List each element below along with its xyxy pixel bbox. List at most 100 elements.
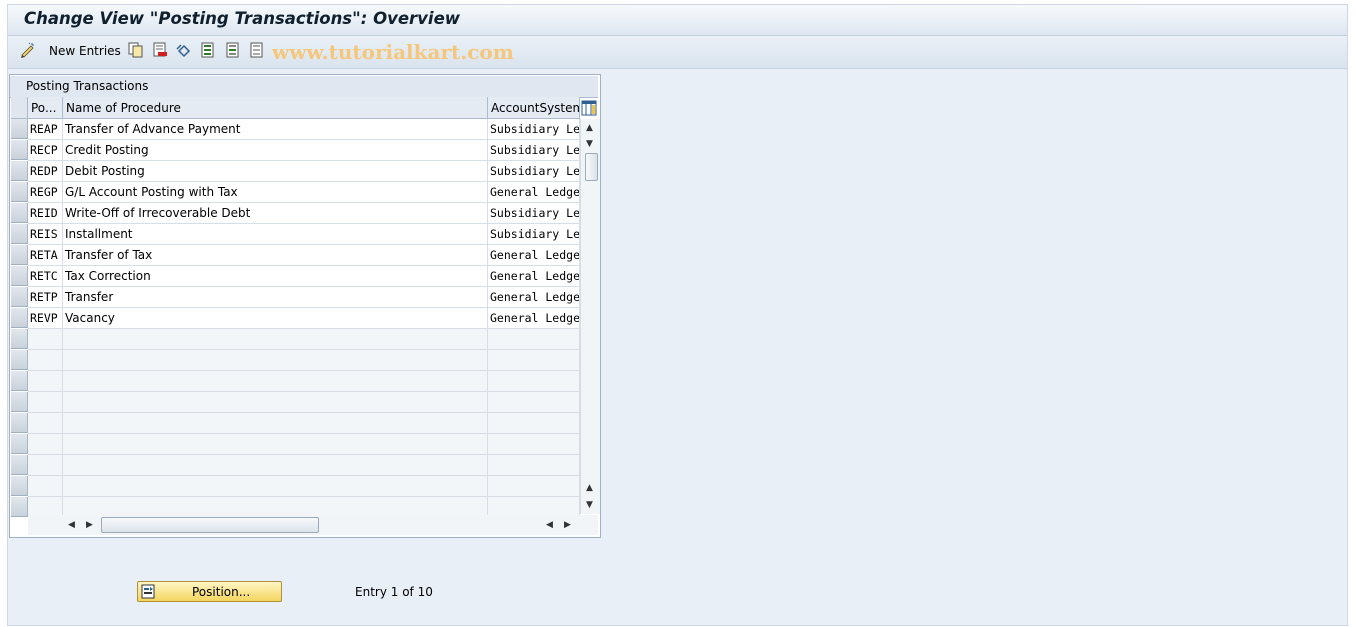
scroll-left-end-icon[interactable]: ◀ [546, 520, 553, 530]
delete-icon[interactable] [152, 42, 168, 58]
cell-procedure-name: Credit Posting [63, 140, 488, 161]
cell-posting-code: REVP [28, 308, 63, 329]
cell-procedure-name: Transfer [63, 287, 488, 308]
vertical-scrollbar[interactable]: ▲ ▼ ▲ ▼ [580, 119, 600, 514]
row-selector[interactable] [11, 308, 28, 328]
cell-procedure-name[interactable] [63, 455, 488, 476]
cell-posting-code[interactable] [28, 434, 63, 455]
row-selector[interactable] [11, 161, 28, 181]
column-header-posting[interactable]: Po... [28, 97, 63, 119]
undo-icon[interactable] [176, 42, 192, 58]
cell-procedure-name[interactable] [63, 476, 488, 497]
cell-account-system[interactable] [488, 392, 580, 413]
cell-procedure-name[interactable] [63, 434, 488, 455]
cell-procedure-name[interactable] [63, 350, 488, 371]
row-selector[interactable] [11, 266, 28, 286]
cell-account-system[interactable] [488, 434, 580, 455]
row-selector[interactable] [11, 350, 28, 370]
cell-posting-code[interactable] [28, 455, 63, 476]
copy-icon[interactable] [128, 42, 144, 58]
scroll-down-icon[interactable]: ▼ [586, 139, 593, 149]
table-caption-label: Posting Transactions [26, 79, 149, 93]
application-toolbar: New Entries www.tutorialkart.com [8, 36, 1347, 69]
cell-account-system[interactable] [488, 371, 580, 392]
deselect-all-icon[interactable] [249, 42, 265, 58]
cell-posting-code[interactable] [28, 392, 63, 413]
row-selector[interactable] [11, 203, 28, 223]
cell-account-system: Subsidiary Le [488, 119, 580, 140]
cell-posting-code: RETP [28, 287, 63, 308]
cell-account-system: General Ledge [488, 182, 580, 203]
cell-account-system: General Ledge [488, 245, 580, 266]
row-selector[interactable] [11, 287, 28, 307]
scroll-page-up-icon[interactable]: ▲ [586, 483, 593, 493]
row-selector[interactable] [11, 476, 28, 496]
row-selector[interactable] [11, 434, 28, 454]
row-selector[interactable] [11, 371, 28, 391]
cell-posting-code[interactable] [28, 350, 63, 371]
cell-posting-code: REGP [28, 182, 63, 203]
scroll-right-icon[interactable]: ▶ [86, 520, 93, 530]
row-selector[interactable] [11, 224, 28, 244]
table-caption: Posting Transactions [10, 75, 598, 98]
cell-procedure-name: Transfer of Tax [63, 245, 488, 266]
table-settings-icon[interactable] [581, 100, 597, 116]
cell-account-system: General Ledge [488, 308, 580, 329]
select-all-icon[interactable] [200, 42, 216, 58]
page-title: Change View "Posting Transactions": Over… [24, 9, 461, 28]
position-button[interactable]: Position... [137, 581, 282, 602]
position-button-label: Position... [192, 585, 251, 599]
cell-procedure-name[interactable] [63, 392, 488, 413]
cell-procedure-name: G/L Account Posting with Tax [63, 182, 488, 203]
row-selector[interactable] [11, 182, 28, 202]
cell-posting-code: REAP [28, 119, 63, 140]
cell-posting-code[interactable] [28, 413, 63, 434]
table-control: Posting Transactions Po... Name of Proce… [9, 74, 601, 538]
horizontal-scroll-thumb[interactable] [101, 517, 319, 533]
row-selector[interactable] [11, 329, 28, 349]
cell-account-system: General Ledge [488, 266, 580, 287]
cell-posting-code[interactable] [28, 329, 63, 350]
vertical-scroll-thumb[interactable] [585, 153, 598, 181]
cell-account-system[interactable] [488, 350, 580, 371]
column-header-name[interactable]: Name of Procedure [63, 97, 488, 119]
select-block-icon[interactable] [225, 42, 241, 58]
cell-account-system: Subsidiary Le [488, 203, 580, 224]
scroll-up-icon[interactable]: ▲ [586, 123, 593, 133]
cell-procedure-name: Installment [63, 224, 488, 245]
row-selector[interactable] [11, 245, 28, 265]
cell-account-system[interactable] [488, 455, 580, 476]
new-entries-button[interactable]: New Entries [49, 44, 121, 58]
scroll-left-icon[interactable]: ◀ [68, 520, 75, 530]
row-selector[interactable] [11, 140, 28, 160]
row-selector[interactable] [11, 392, 28, 412]
row-selector[interactable] [11, 497, 28, 517]
cell-posting-code: REID [28, 203, 63, 224]
cell-posting-code: RETC [28, 266, 63, 287]
cell-account-system[interactable] [488, 413, 580, 434]
watermark-text: www.tutorialkart.com [272, 40, 514, 64]
edit-pencil-icon[interactable] [20, 42, 36, 58]
select-all-rows-header[interactable] [11, 97, 28, 119]
cell-posting-code[interactable] [28, 371, 63, 392]
cell-posting-code[interactable] [28, 476, 63, 497]
row-selector[interactable] [11, 119, 28, 139]
row-selector[interactable] [11, 413, 28, 433]
cell-posting-code: REDP [28, 161, 63, 182]
cell-procedure-name: Write-Off of Irrecoverable Debt [63, 203, 488, 224]
cell-procedure-name[interactable] [63, 413, 488, 434]
cell-procedure-name[interactable] [63, 329, 488, 350]
cell-posting-code: RETA [28, 245, 63, 266]
scroll-right-end-icon[interactable]: ▶ [564, 520, 571, 530]
cell-procedure-name: Debit Posting [63, 161, 488, 182]
cell-procedure-name[interactable] [63, 371, 488, 392]
column-header-account[interactable]: AccountSystem [488, 97, 580, 119]
cell-account-system: Subsidiary Le [488, 161, 580, 182]
cell-account-system[interactable] [488, 476, 580, 497]
position-icon [141, 584, 155, 599]
cell-account-system[interactable] [488, 329, 580, 350]
row-selector[interactable] [11, 455, 28, 475]
scroll-page-down-icon[interactable]: ▼ [586, 500, 593, 510]
cell-posting-code: REIS [28, 224, 63, 245]
horizontal-scrollbar[interactable]: ◀ ▶ ◀ ▶ [28, 515, 598, 535]
